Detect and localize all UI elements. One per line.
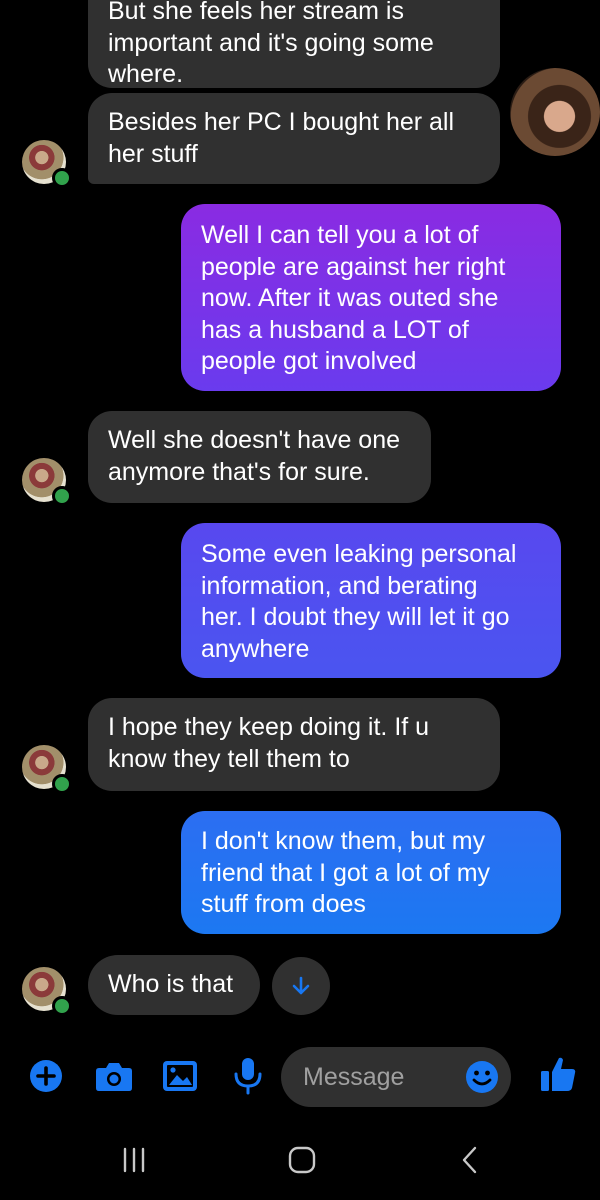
system-navigation-bar xyxy=(0,1120,600,1200)
arrow-down-icon xyxy=(292,976,310,995)
message-bubble-incoming[interactable]: But she feels her stream is important an… xyxy=(88,0,500,88)
message-bubble-incoming[interactable]: I hope they keep doing it. If u know the… xyxy=(88,698,500,791)
plus-icon xyxy=(30,1060,62,1092)
plus-button[interactable] xyxy=(26,1056,66,1096)
back-button[interactable] xyxy=(440,1140,500,1180)
online-indicator xyxy=(52,774,72,794)
scroll-to-bottom-button[interactable] xyxy=(272,957,330,1015)
chat-thread[interactable]: But she feels her stream is important an… xyxy=(0,0,600,1030)
recent-apps-icon xyxy=(123,1147,145,1173)
image-icon xyxy=(163,1061,197,1091)
online-indicator xyxy=(52,996,72,1016)
home-icon xyxy=(288,1146,316,1174)
online-indicator xyxy=(52,486,72,506)
emoji-icon[interactable] xyxy=(465,1060,499,1094)
camera-icon xyxy=(96,1063,132,1091)
message-field[interactable] xyxy=(281,1047,511,1107)
back-icon xyxy=(462,1146,477,1174)
message-bubble-incoming[interactable]: Who is that xyxy=(88,955,260,1015)
message-input[interactable] xyxy=(301,1061,455,1093)
voice-button[interactable] xyxy=(228,1056,268,1096)
message-bubble-outgoing[interactable]: I don't know them, but my friend that I … xyxy=(181,811,561,934)
microphone-icon xyxy=(234,1058,262,1095)
camera-button[interactable] xyxy=(94,1056,134,1096)
online-indicator xyxy=(52,168,72,188)
recent-apps-button[interactable] xyxy=(104,1140,164,1180)
seen-avatar xyxy=(510,68,600,156)
message-bubble-incoming[interactable]: Besides her PC I bought her all her stuf… xyxy=(88,93,500,184)
thumbs-up-icon xyxy=(541,1057,576,1091)
message-bubble-outgoing[interactable]: Some even leaking personal information, … xyxy=(181,523,561,678)
gallery-button[interactable] xyxy=(160,1056,200,1096)
message-bubble-outgoing[interactable]: Well I can tell you a lot of people are … xyxy=(181,204,561,391)
home-button[interactable] xyxy=(272,1140,332,1180)
like-button[interactable] xyxy=(538,1054,578,1094)
message-bubble-incoming[interactable]: Well she doesn't have one anymore that's… xyxy=(88,411,431,503)
